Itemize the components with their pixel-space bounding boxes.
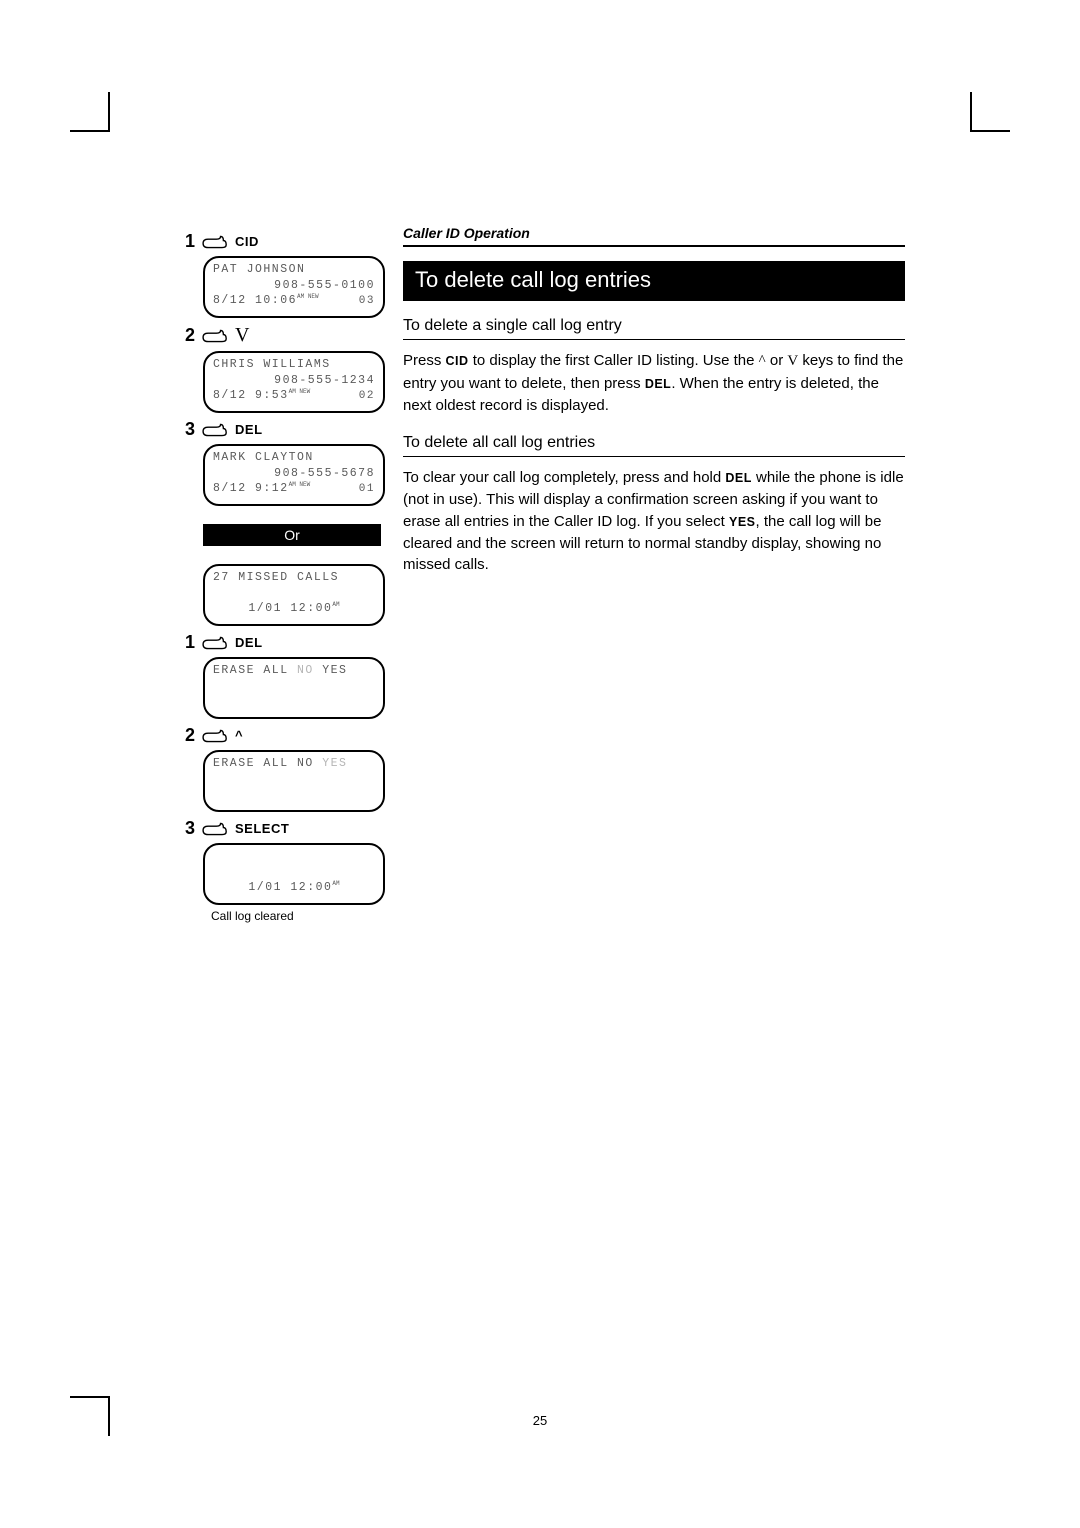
lcd-screen: ERASE ALL NO YES [203,750,385,812]
press-icon [201,820,229,838]
lcd-screen: 1/01 12:00AM [203,843,385,905]
step-3: 3 SELECT [185,818,375,839]
press-icon [201,327,229,345]
or-divider: Or [203,524,381,546]
press-icon [201,634,229,652]
press-icon [201,727,229,745]
press-icon [201,421,229,439]
lcd-caption: Call log cleared [211,909,375,923]
step-2: 2 V [185,324,375,347]
subsection-title: To delete all call log entries [403,434,905,457]
section-header: Caller ID Operation [403,225,905,247]
lcd-screen: ERASE ALL NO YES [203,657,385,719]
lcd-screen: MARK CLAYTON 908-555-5678 8/12 9:12AM NE… [203,444,385,506]
step-1: 1 CID [185,231,375,252]
page-content: 1 CID PAT JOHNSON 908-555-0100 8/12 10:0… [185,225,905,923]
lcd-screen: PAT JOHNSON 908-555-0100 8/12 10:06AM NE… [203,256,385,318]
step-2: 2 ^ [185,725,375,746]
press-icon [201,233,229,251]
lcd-screen: 27 MISSED CALLS 1/01 12:00AM [203,564,385,626]
page-number: 25 [0,1413,1080,1428]
step-illustrations: 1 CID PAT JOHNSON 908-555-0100 8/12 10:0… [185,225,375,923]
page-title: To delete call log entries [403,261,905,301]
step-3: 3 DEL [185,419,375,440]
body-paragraph: Press CID to display the first Caller ID… [403,350,905,416]
lcd-screen: CHRIS WILLIAMS 908-555-1234 8/12 9:53AM … [203,351,385,413]
instruction-text: Caller ID Operation To delete call log e… [403,225,905,923]
step-1: 1 DEL [185,632,375,653]
subsection-title: To delete a single call log entry [403,317,905,340]
body-paragraph: To clear your call log completely, press… [403,467,905,576]
